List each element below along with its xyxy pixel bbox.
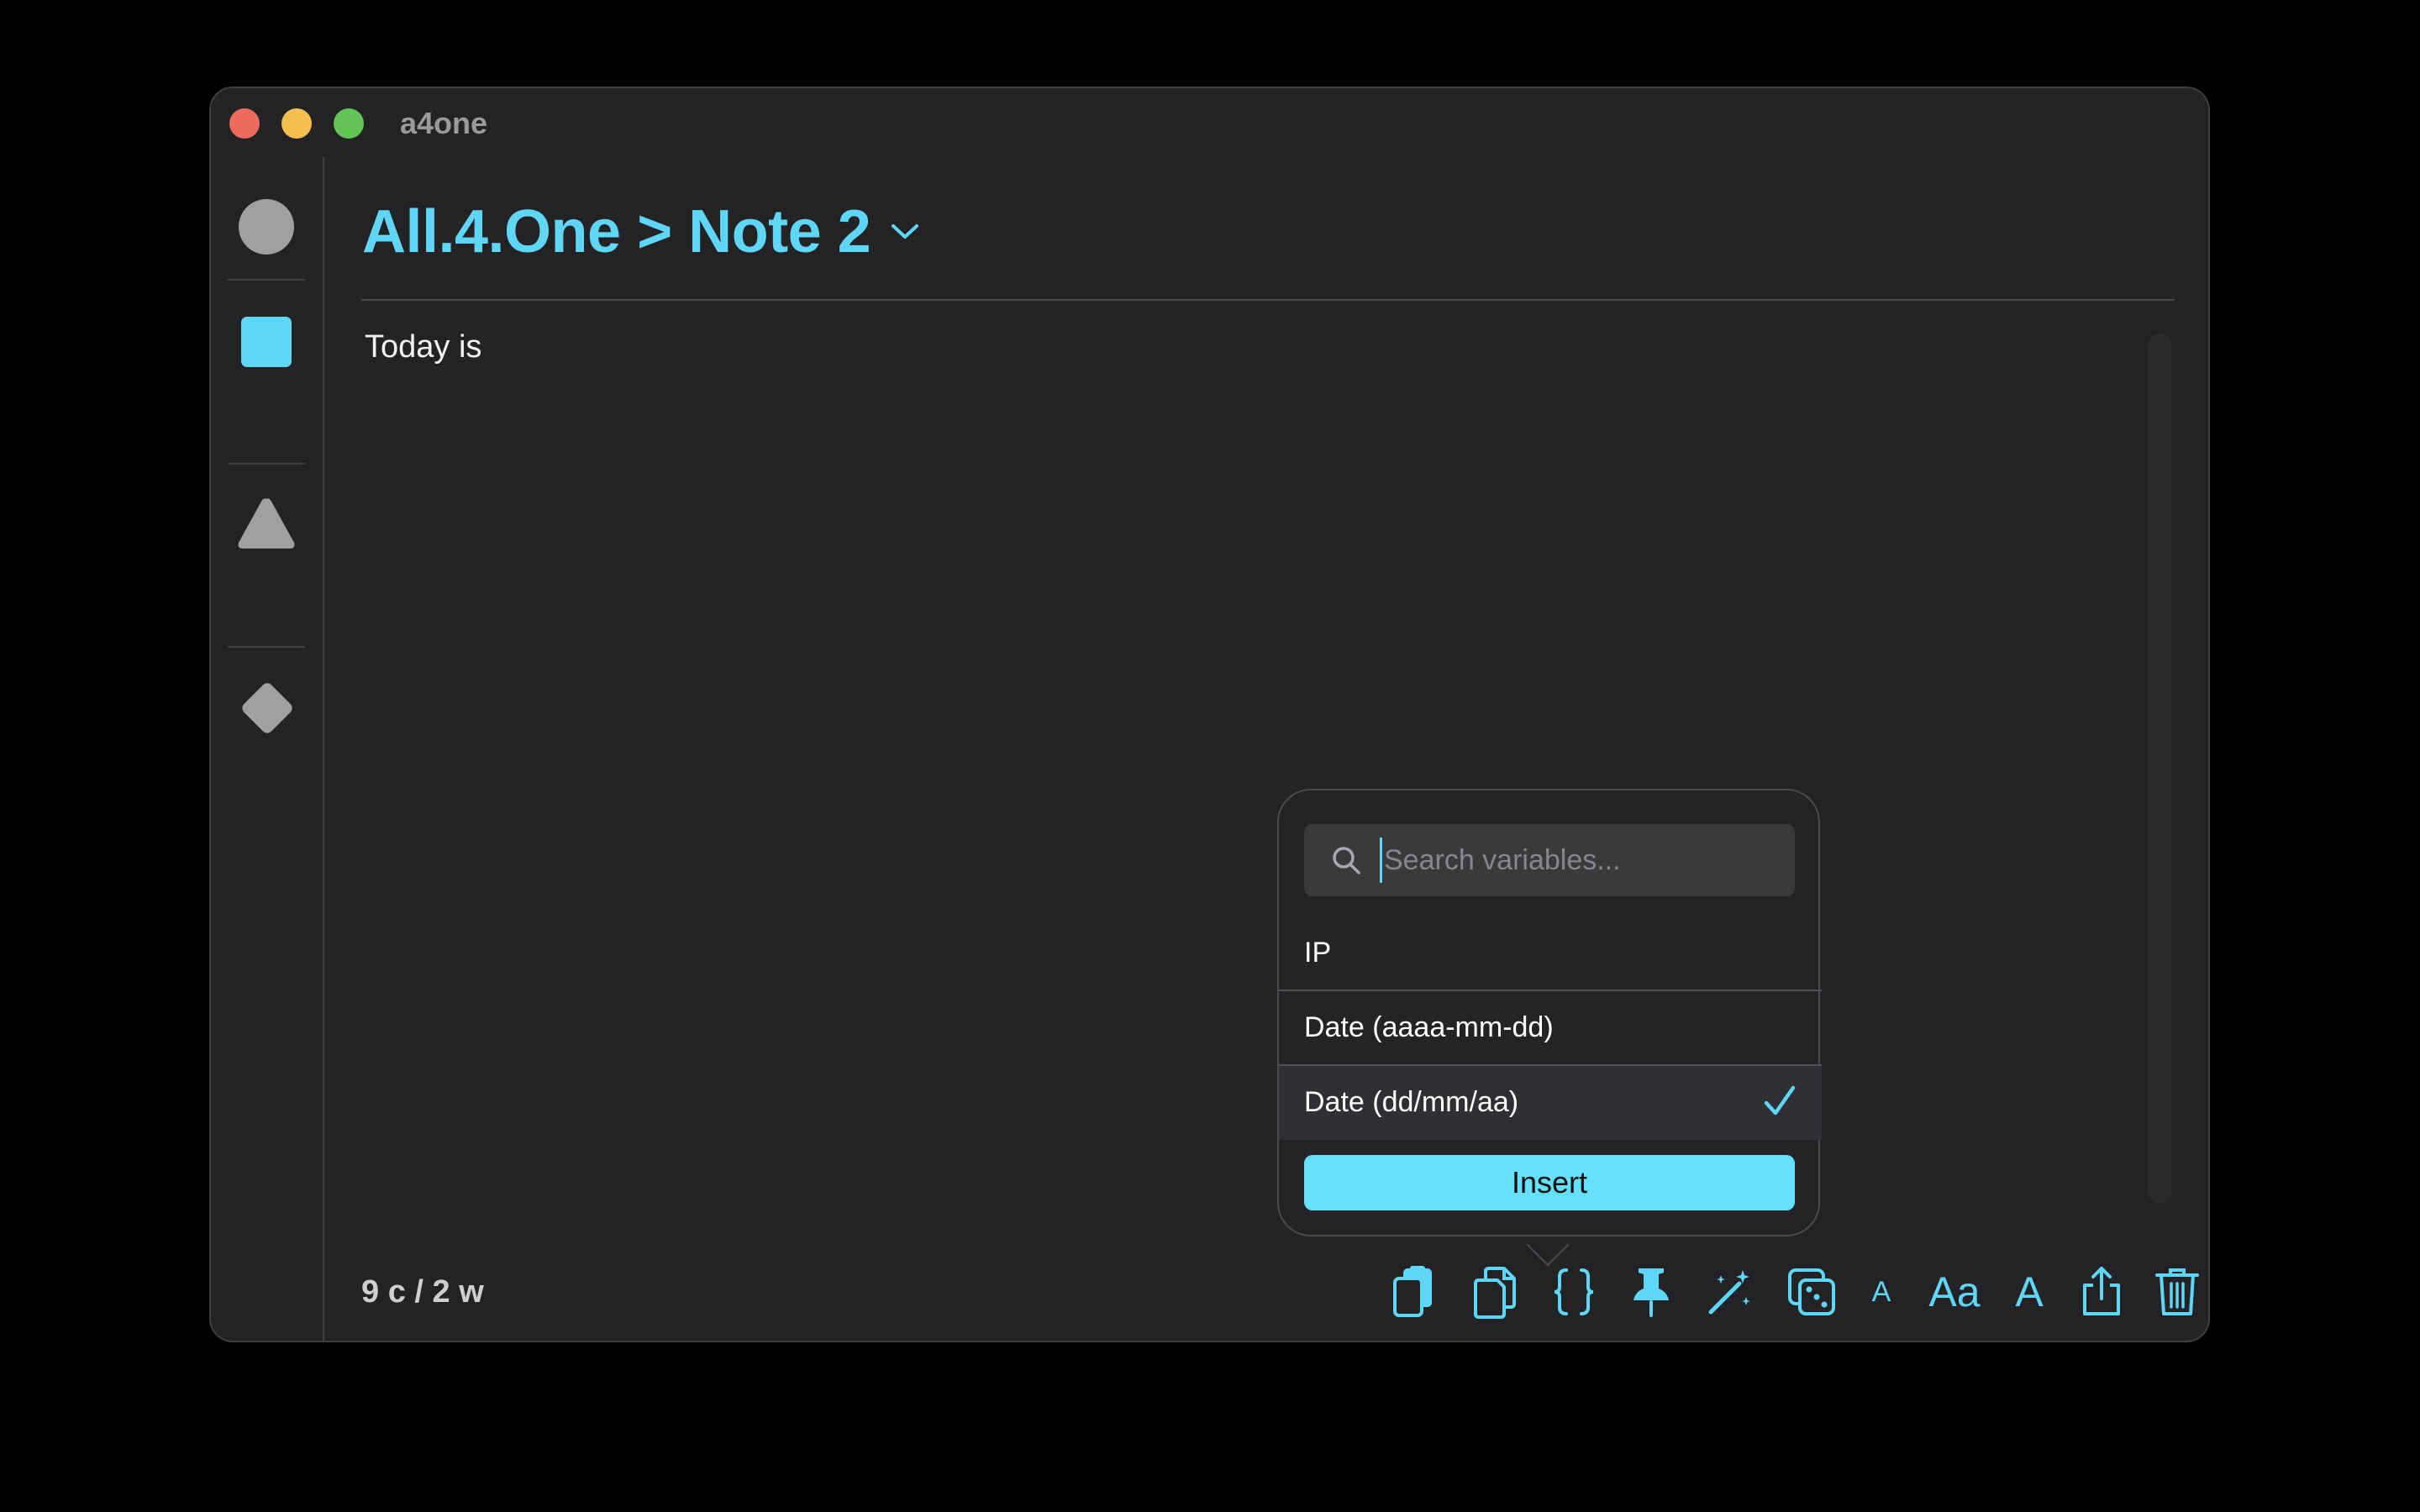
trash-icon (2155, 1268, 2199, 1315)
close-window-button[interactable] (229, 108, 260, 139)
clipboard-icon (1393, 1266, 1432, 1317)
breadcrumb[interactable]: All.4.One > Note 2 (362, 197, 919, 266)
font-large-button[interactable]: A (2000, 1258, 2059, 1326)
delete-button[interactable] (2148, 1258, 2207, 1326)
scrollbar[interactable] (2148, 333, 2171, 1203)
variable-label: Date (aaaa-mm-dd) (1304, 1011, 1554, 1043)
variable-label: Date (dd/mm/aa) (1304, 1086, 1519, 1118)
pin-button[interactable] (1622, 1258, 1681, 1326)
variable-item-date-short[interactable]: Date (dd/mm/aa) (1279, 1066, 1822, 1140)
variable-item-date-iso[interactable]: Date (aaaa-mm-dd) (1279, 991, 1822, 1065)
note-title: All.4.One > Note 2 (362, 198, 871, 265)
copy-icon (1474, 1267, 1516, 1319)
sidebar-item-triangle[interactable] (234, 491, 298, 555)
share-button[interactable] (2072, 1258, 2131, 1326)
sidebar-divider (228, 279, 305, 281)
minimize-window-button[interactable] (281, 108, 312, 139)
pin-icon (1634, 1268, 1669, 1317)
search-input[interactable] (1380, 837, 1779, 883)
insert-button[interactable]: Insert (1304, 1155, 1795, 1210)
search-icon (1333, 847, 1360, 874)
window-title: a4one (400, 106, 488, 140)
random-button[interactable] (1782, 1258, 1841, 1326)
magic-button[interactable] (1700, 1258, 1759, 1326)
diamond-icon (242, 683, 292, 733)
square-icon (241, 317, 292, 367)
circle-icon (239, 199, 294, 255)
sidebar-item-diamond[interactable] (234, 676, 298, 740)
chevron-down-icon[interactable] (891, 223, 919, 241)
main-area: All.4.One > Note 2 Today is 9 c / 2 w A … (324, 157, 2208, 1341)
header-divider (361, 299, 2175, 301)
bottom-toolbar: A Aa A (324, 1258, 2208, 1326)
sidebar-item-square[interactable] (234, 310, 298, 374)
app-window: a4one All.4.One > Note 2 Today is 9 c / … (209, 87, 2210, 1342)
variables-popover: IP Date (aaaa-mm-dd) Date (dd/mm/aa) Ins… (1277, 789, 1822, 1236)
paste-button[interactable] (1385, 1258, 1444, 1326)
variable-item-ip[interactable]: IP (1279, 916, 1822, 990)
sidebar-divider (228, 646, 305, 648)
editor-content[interactable]: Today is (365, 329, 481, 365)
copy-button[interactable] (1465, 1258, 1524, 1326)
magic-wand-icon (1708, 1270, 1750, 1315)
sidebar-divider (228, 463, 305, 465)
sidebar (211, 157, 324, 1341)
share-icon (2083, 1267, 2120, 1315)
title-bar: a4one (211, 88, 2208, 157)
dice-icon (1788, 1268, 1835, 1315)
zoom-window-button[interactable] (334, 108, 364, 139)
triangle-icon (238, 498, 295, 549)
curly-braces-icon (1554, 1268, 1594, 1315)
font-small-button[interactable]: A (1852, 1258, 1911, 1326)
variables-button[interactable] (1544, 1258, 1603, 1326)
checkmark-icon (1764, 1085, 1796, 1116)
font-case-button[interactable]: Aa (1917, 1258, 1992, 1326)
search-box (1304, 824, 1795, 896)
sidebar-item-circle[interactable] (234, 195, 298, 259)
variable-label: IP (1304, 937, 1332, 969)
